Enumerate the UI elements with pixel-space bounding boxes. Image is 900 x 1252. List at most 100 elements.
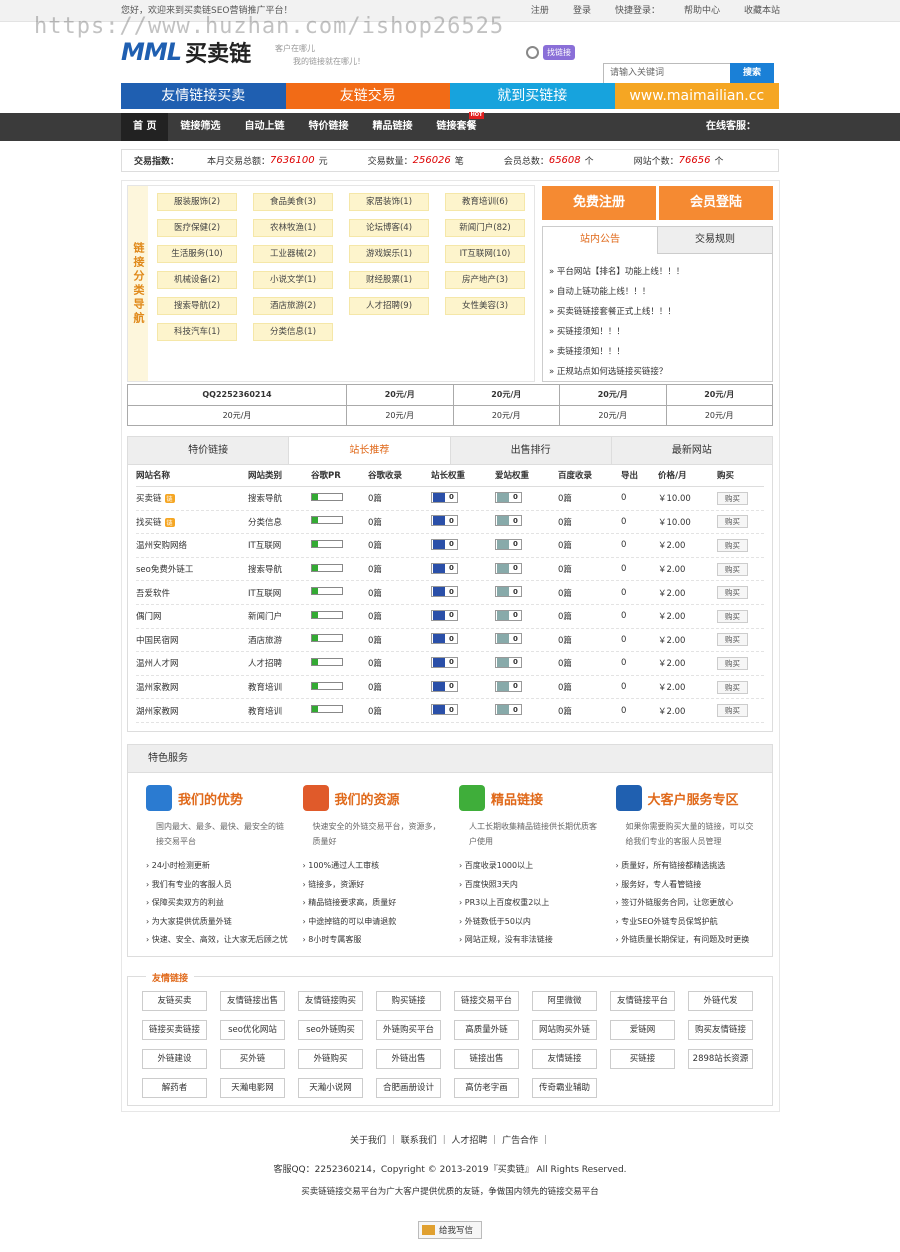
register-link[interactable]: 注册 bbox=[531, 0, 549, 22]
buy-button[interactable]: 购买 bbox=[717, 656, 748, 670]
site-name[interactable]: 温州人才网 bbox=[136, 659, 179, 669]
friend-link[interactable]: 外链购买 bbox=[298, 1049, 363, 1069]
friend-link[interactable]: 友情链接 bbox=[532, 1049, 597, 1069]
banner-1[interactable]: 友情链接买卖 bbox=[121, 83, 286, 109]
category-item[interactable]: 服装服饰(2) bbox=[157, 193, 237, 211]
site-name[interactable]: 中国民宿网 bbox=[136, 636, 179, 646]
logo[interactable]: MML 买卖链 bbox=[121, 36, 251, 68]
tab-newest[interactable]: 最新网站 bbox=[612, 437, 772, 464]
buy-button[interactable]: 购买 bbox=[717, 491, 748, 505]
search-input[interactable]: 请输入关键词 bbox=[603, 63, 731, 84]
buy-button[interactable]: 购买 bbox=[717, 633, 748, 647]
buy-button[interactable]: 购买 bbox=[717, 538, 748, 552]
tab-sales-rank[interactable]: 出售排行 bbox=[451, 437, 612, 464]
tab-trade-rules[interactable]: 交易规则 bbox=[658, 227, 772, 254]
category-item[interactable]: 科技汽车(1) bbox=[157, 323, 237, 341]
friend-link[interactable]: 天瀚小说网 bbox=[298, 1078, 363, 1098]
category-item[interactable]: 搜索导航(2) bbox=[157, 297, 237, 315]
ad-cell[interactable]: 20元/月 bbox=[127, 404, 347, 426]
buy-button[interactable]: 购买 bbox=[717, 680, 748, 694]
login-button[interactable]: 会员登陆 bbox=[659, 186, 773, 220]
category-item[interactable]: 新闻门户(82) bbox=[445, 219, 525, 237]
banner-2[interactable]: 友链交易 bbox=[285, 83, 450, 109]
ad-cell[interactable]: 20元/月 bbox=[559, 384, 667, 406]
category-item[interactable]: 酒店旅游(2) bbox=[253, 297, 333, 315]
notice-item[interactable]: » 平台网站【排名】功能上线！！！ bbox=[549, 262, 772, 282]
notice-item[interactable]: » 卖链接须知！！！ bbox=[549, 342, 772, 362]
ad-cell[interactable]: QQ2252360214 bbox=[127, 384, 347, 406]
friend-link[interactable]: 购买链接 bbox=[376, 991, 441, 1011]
friend-link[interactable]: 链接出售 bbox=[454, 1049, 519, 1069]
buy-button[interactable]: 购买 bbox=[717, 704, 748, 718]
bookmark-link[interactable]: 收藏本站 bbox=[744, 0, 780, 22]
search-button[interactable]: 搜索 bbox=[730, 63, 774, 84]
friend-link[interactable]: 外链代发 bbox=[688, 991, 753, 1011]
nav-link-packages[interactable]: 链接套餐 HOT bbox=[424, 112, 488, 141]
site-name[interactable]: 偶门网 bbox=[136, 612, 162, 622]
buy-button[interactable]: 购买 bbox=[717, 562, 748, 576]
notice-item[interactable]: » 正规站点如何选链接买链接？ bbox=[549, 362, 772, 382]
banner-4[interactable]: www.maimailian.cc bbox=[614, 83, 779, 109]
friend-link[interactable]: 外链建设 bbox=[142, 1049, 207, 1069]
site-name[interactable]: 吾爱软件 bbox=[136, 589, 170, 599]
footer-links[interactable]: 关于我们 ｜ 联系我们 ｜ 人才招聘 ｜ 广告合作 ｜ bbox=[0, 1133, 900, 1146]
category-item[interactable]: 工业器械(2) bbox=[253, 245, 333, 263]
category-item[interactable]: 小说文学(1) bbox=[253, 271, 333, 289]
quick-login-link[interactable]: 快捷登录： bbox=[615, 0, 660, 22]
category-item[interactable]: 分类信息(1) bbox=[253, 323, 333, 341]
friend-link[interactable]: 高仿老字画 bbox=[454, 1078, 519, 1098]
banner-3[interactable]: 就到买链接 bbox=[450, 83, 615, 109]
friend-link[interactable]: 友情链接出售 bbox=[220, 991, 285, 1011]
category-item[interactable]: 医疗保健(2) bbox=[157, 219, 237, 237]
help-center-link[interactable]: 帮助中心 bbox=[684, 0, 720, 22]
category-item[interactable]: 食品美食(3) bbox=[253, 193, 333, 211]
buy-button[interactable]: 购买 bbox=[717, 586, 748, 600]
write-mail-button[interactable]: 给我写信 bbox=[418, 1221, 482, 1239]
category-item[interactable]: 女性美容(3) bbox=[445, 297, 525, 315]
category-item[interactable]: 生活服务(10) bbox=[157, 245, 237, 263]
tab-announcements[interactable]: 站内公告 bbox=[543, 227, 658, 254]
friend-link[interactable]: 爱链网 bbox=[610, 1020, 675, 1040]
tab-special[interactable]: 特价链接 bbox=[128, 437, 290, 464]
friend-link[interactable]: 买链接 bbox=[610, 1049, 675, 1069]
friend-link[interactable]: 阿里微微 bbox=[532, 991, 597, 1011]
category-item[interactable]: IT互联网(10) bbox=[445, 245, 525, 263]
site-name[interactable]: seo免费外链工 bbox=[136, 565, 193, 575]
friend-link[interactable]: 2898站长资源 bbox=[688, 1049, 753, 1069]
friend-link[interactable]: 外链出售 bbox=[376, 1049, 441, 1069]
friend-link[interactable]: seo外链购买 bbox=[298, 1020, 363, 1040]
nav-link-filter[interactable]: 链接筛选 bbox=[168, 113, 232, 141]
notice-item[interactable]: » 自动上链功能上线！！！ bbox=[549, 282, 772, 302]
nav-auto-link[interactable]: 自动上链 bbox=[232, 113, 296, 141]
buy-button[interactable]: 购买 bbox=[717, 515, 748, 529]
nav-special-links[interactable]: 特价链接 bbox=[296, 113, 360, 141]
friend-link[interactable]: 解药者 bbox=[142, 1078, 207, 1098]
friend-link[interactable]: 购买友情链接 bbox=[688, 1020, 753, 1040]
category-item[interactable]: 教育培训(6) bbox=[445, 193, 525, 211]
friend-link[interactable]: seo优化网站 bbox=[220, 1020, 285, 1040]
friend-link[interactable]: 链接买卖链接 bbox=[142, 1020, 207, 1040]
ad-cell[interactable]: 20元/月 bbox=[452, 384, 560, 406]
category-item[interactable]: 人才招聘(9) bbox=[349, 297, 429, 315]
buy-button[interactable]: 购买 bbox=[717, 609, 748, 623]
find-link[interactable]: 找链接 bbox=[526, 45, 575, 60]
friend-link[interactable]: 友情链接平台 bbox=[610, 991, 675, 1011]
nav-home[interactable]: 首 页 bbox=[121, 113, 169, 141]
notice-item[interactable]: » 买链接须知！！！ bbox=[549, 322, 772, 342]
ad-cell[interactable]: 20元/月 bbox=[346, 404, 454, 426]
category-item[interactable]: 房产地产(3) bbox=[445, 271, 525, 289]
friend-link[interactable]: 高质量外链 bbox=[454, 1020, 519, 1040]
site-name[interactable]: 湖州家教网 bbox=[136, 707, 179, 717]
friend-link[interactable]: 天瀚电影网 bbox=[220, 1078, 285, 1098]
nav-premium-links[interactable]: 精品链接 bbox=[360, 113, 424, 141]
category-item[interactable]: 论坛博客(4) bbox=[349, 219, 429, 237]
category-item[interactable]: 机械设备(2) bbox=[157, 271, 237, 289]
friend-link[interactable]: 买外链 bbox=[220, 1049, 285, 1069]
ad-cell[interactable]: 20元/月 bbox=[665, 404, 773, 426]
friend-link[interactable]: 链接交易平台 bbox=[454, 991, 519, 1011]
category-item[interactable]: 游戏娱乐(1) bbox=[349, 245, 429, 263]
category-item[interactable]: 财经股票(1) bbox=[349, 271, 429, 289]
friend-link[interactable]: 网站购买外链 bbox=[532, 1020, 597, 1040]
site-name[interactable]: 温州安购网络 bbox=[136, 541, 187, 551]
category-item[interactable]: 家居装饰(1) bbox=[349, 193, 429, 211]
